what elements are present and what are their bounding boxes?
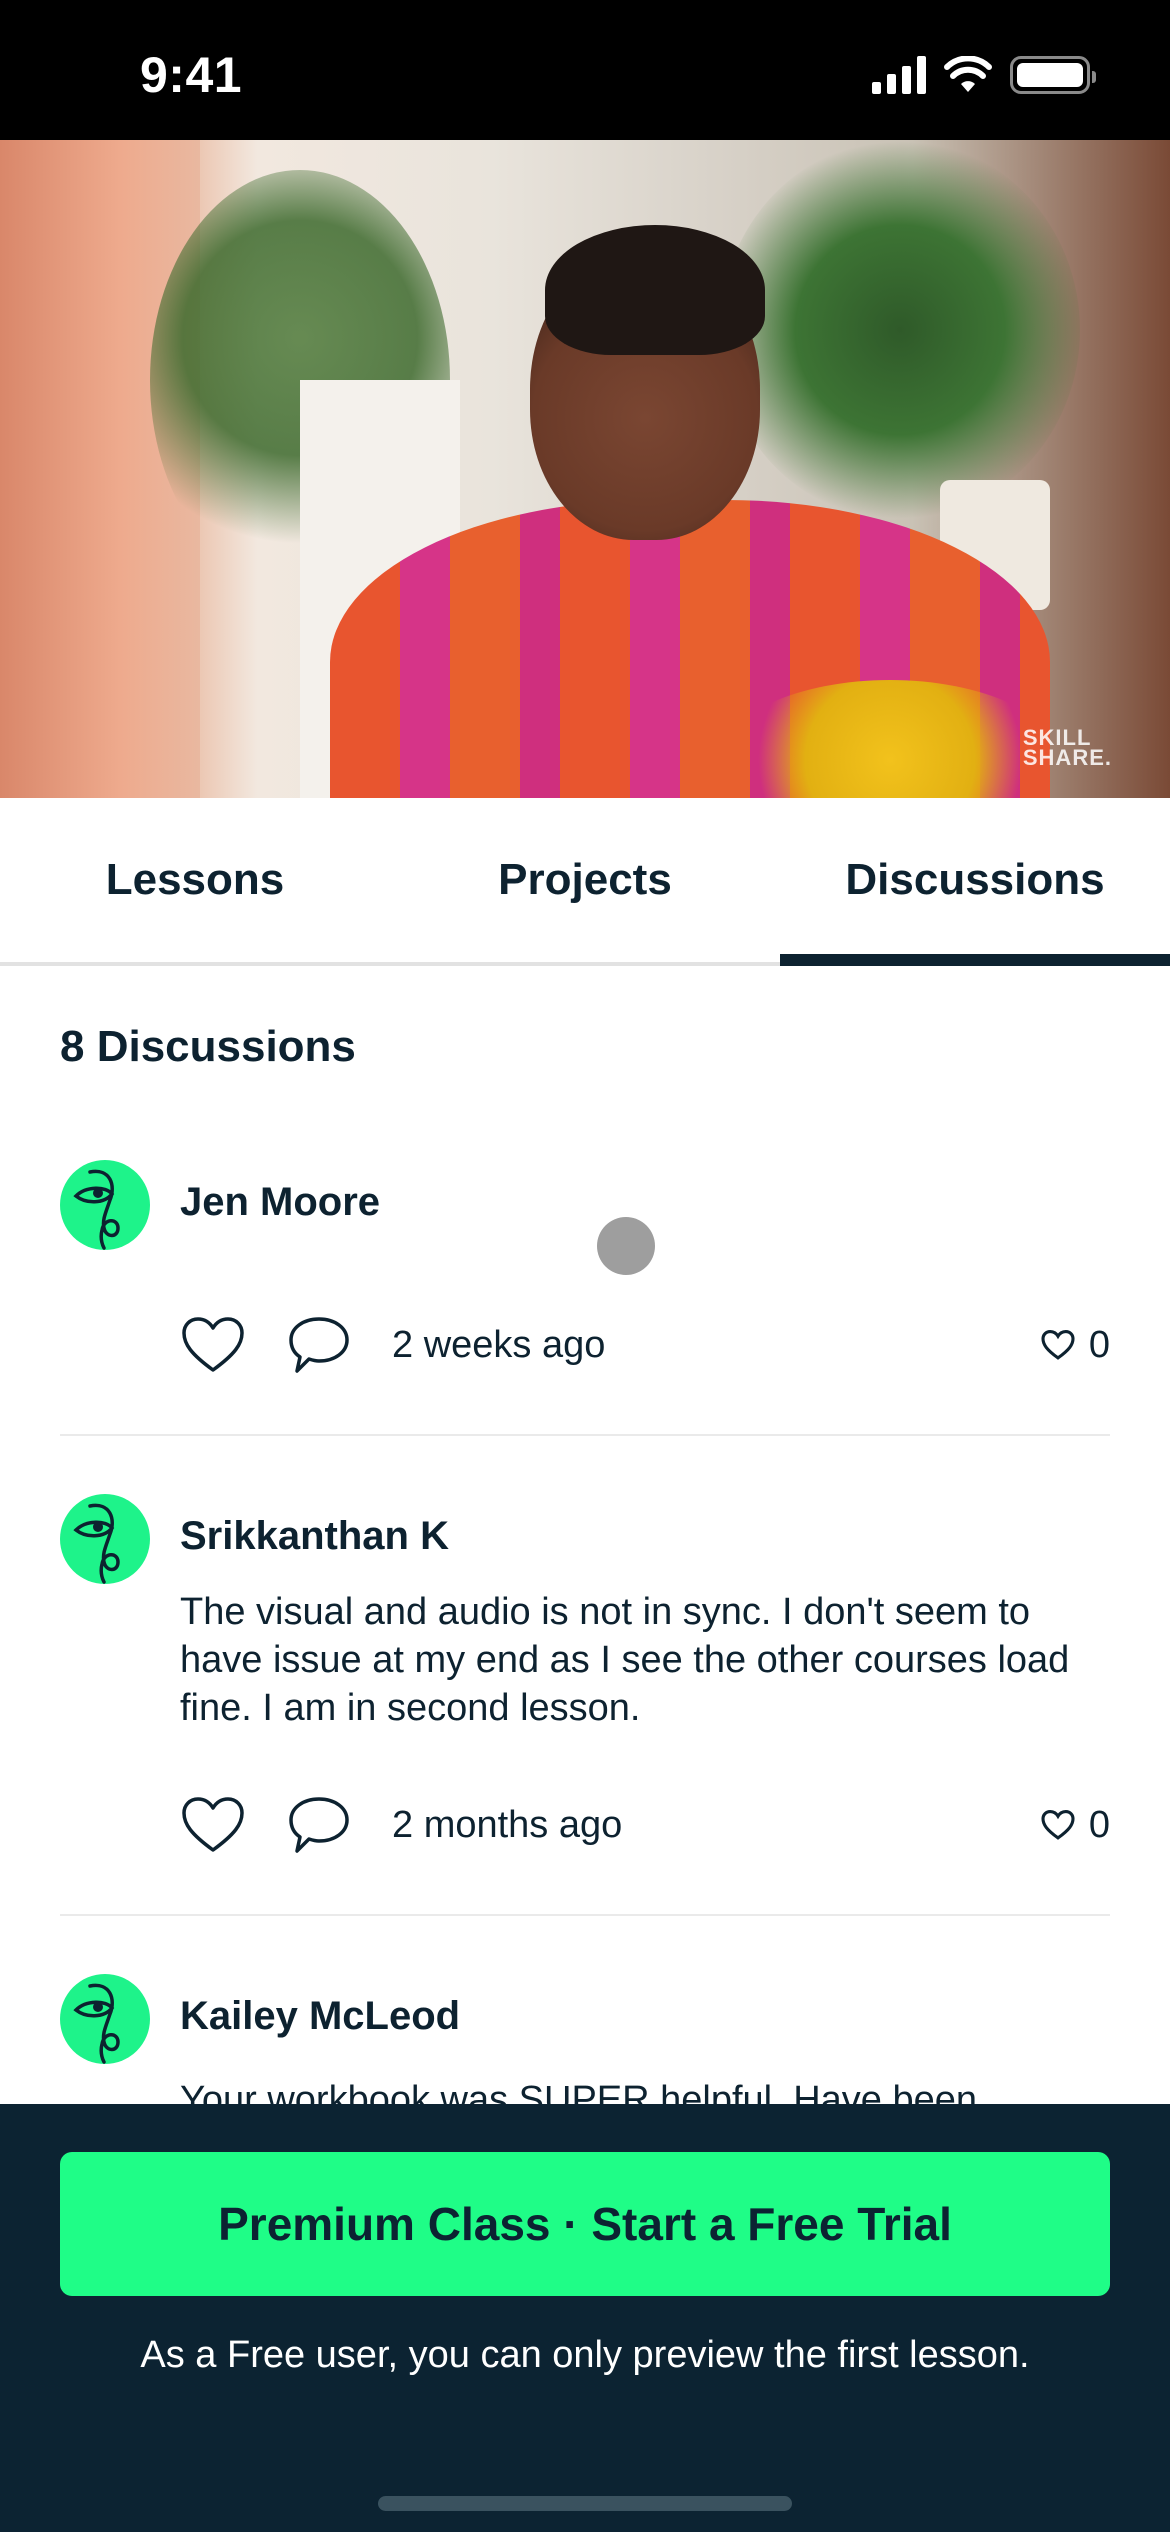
face-line-art-icon (73, 1983, 120, 2064)
video-player[interactable]: SKILL SHARE. (0, 140, 1170, 798)
author-name[interactable]: Srikkanthan K (180, 1514, 449, 1559)
like-count-value: 0 (1088, 1803, 1110, 1846)
face-line-art-icon (73, 1169, 120, 1250)
tab-projects[interactable]: Projects (390, 798, 780, 962)
discussions-count-title: 8 Discussions (60, 1022, 356, 1071)
home-indicator[interactable] (378, 2496, 792, 2511)
divider (60, 1434, 1110, 1436)
wifi-icon (944, 56, 992, 92)
heart-small-icon (1041, 1810, 1075, 1840)
avatar[interactable] (60, 1974, 150, 2064)
discussion-post: Kailey McLeod Your workbook was SUPER he… (60, 1974, 1110, 2104)
avatar[interactable] (60, 1494, 150, 1584)
post-timestamp: 2 months ago (392, 1803, 623, 1846)
status-icons (872, 56, 1096, 94)
discussion-post: Jen Moore 2 weeks ago 0 (60, 1160, 1110, 1400)
post-body: The visual and audio is not in sync. I d… (180, 1591, 1070, 1729)
like-count-value: 0 (1088, 1323, 1110, 1366)
post-timestamp: 2 weeks ago (392, 1323, 606, 1366)
reply-button[interactable] (286, 1792, 352, 1858)
heart-outline-icon (182, 1797, 244, 1852)
battery-icon (1010, 56, 1096, 94)
like-count: 0 (1041, 1804, 1110, 1847)
start-free-trial-button[interactable]: Premium Class · Start a Free Trial (60, 2152, 1110, 2296)
status-time: 9:41 (140, 47, 243, 103)
heart-outline-icon (182, 1317, 244, 1372)
status-bar: 9:41 (0, 0, 1170, 140)
avatar[interactable] (60, 1160, 150, 1250)
free-user-notice: As a Free user, you can only preview the… (140, 2334, 1030, 2376)
tab-lessons[interactable]: Lessons (0, 798, 390, 962)
speech-bubble-icon (289, 1797, 349, 1853)
author-name[interactable]: Kailey McLeod (180, 1994, 460, 2039)
discussion-post: Srikkanthan K The visual and audio is no… (60, 1494, 1110, 1894)
touch-indicator (597, 1217, 655, 1275)
tab-discussions[interactable]: Discussions (780, 798, 1170, 966)
tab-bar: Lessons Projects Discussions (0, 798, 1170, 966)
skillshare-watermark: SKILL SHARE. (1022, 725, 1112, 770)
cellular-signal-icon (872, 56, 926, 94)
post-body: Your workbook was SUPER helpful. Have be… (180, 2079, 978, 2104)
like-button[interactable] (180, 1312, 246, 1378)
like-count: 0 (1041, 1324, 1110, 1367)
like-button[interactable] (180, 1792, 246, 1858)
post-actions: 2 months ago 0 (180, 1790, 1110, 1860)
discussions-list[interactable]: 8 Discussions Jen Moore 2 weeks ago 0 Sr… (0, 966, 1170, 2104)
author-name[interactable]: Jen Moore (180, 1180, 380, 1225)
speech-bubble-icon (289, 1317, 349, 1373)
heart-small-icon (1041, 1330, 1075, 1360)
reply-button[interactable] (286, 1312, 352, 1378)
divider (60, 1914, 1110, 1916)
face-line-art-icon (73, 1503, 120, 1584)
bottom-cta-panel: Premium Class · Start a Free Trial As a … (0, 2104, 1170, 2532)
post-actions: 2 weeks ago 0 (180, 1310, 1110, 1380)
